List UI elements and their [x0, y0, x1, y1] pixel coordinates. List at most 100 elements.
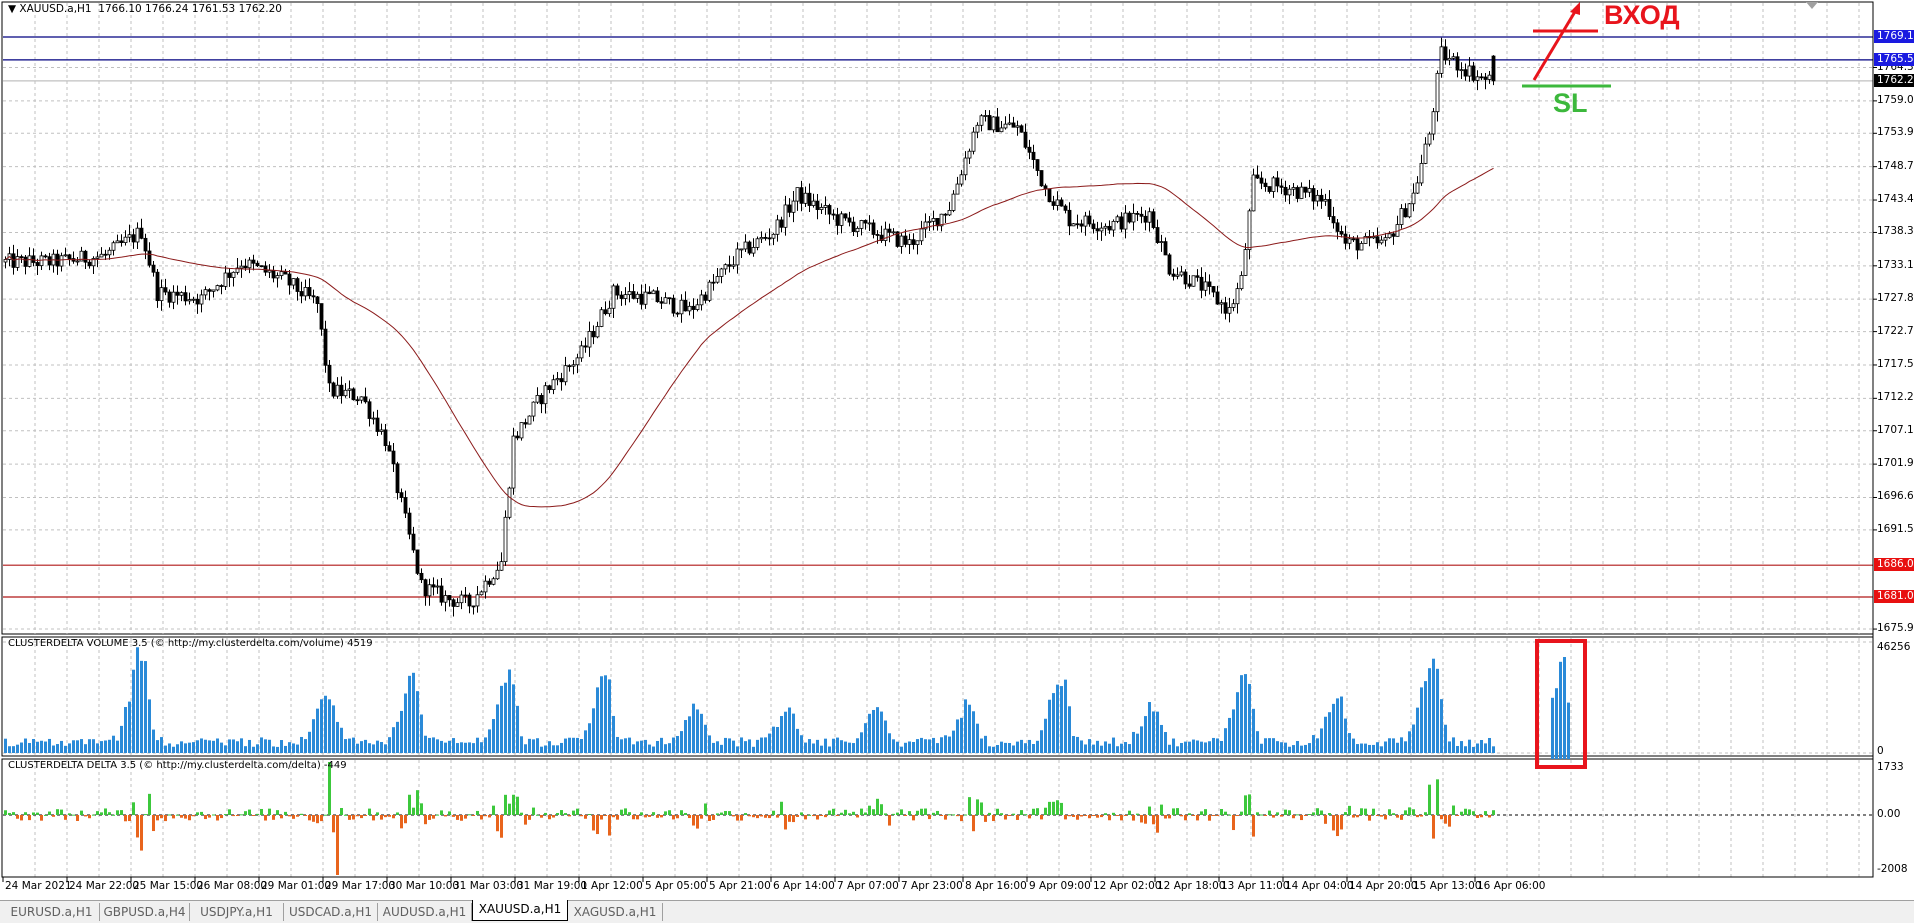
bear-candle [407, 512, 412, 535]
volume-bar [644, 739, 647, 753]
bear-candle [323, 328, 328, 366]
volume-bar [8, 746, 11, 753]
delta-bar-positive [1056, 800, 1059, 815]
bear-candle [1031, 151, 1036, 160]
dropdown-triangle-icon[interactable]: ▼ [8, 3, 16, 15]
volume-bar [1440, 699, 1443, 753]
bull-candle [1111, 220, 1116, 231]
volume-bar [960, 717, 963, 753]
bull-candle [223, 272, 228, 287]
delta-bar-positive [420, 803, 423, 815]
bull-candle [919, 228, 924, 242]
delta-bar-negative [220, 815, 223, 819]
bull-candle [1231, 303, 1236, 308]
volume-bar [336, 721, 339, 753]
tab-usdcad-a-h1[interactable]: USDCAD.a,H1 [284, 903, 378, 921]
delta-bar-negative [1144, 815, 1147, 824]
volume-bar [1428, 668, 1431, 753]
volume-bar [316, 708, 319, 753]
delta-bar-negative [672, 815, 675, 820]
volume-bar [404, 693, 407, 753]
bull-candle [1435, 72, 1440, 113]
bear-candle [1047, 188, 1052, 203]
volume-bar [700, 713, 703, 753]
volume-bar [844, 741, 847, 753]
price-axis-label: 1759.05 [1877, 93, 1914, 106]
bear-candle [1343, 233, 1348, 244]
delta-bar-positive [120, 810, 123, 815]
bull-candle [1227, 307, 1232, 314]
bull-candle [599, 309, 604, 327]
volume-bar [12, 746, 15, 753]
volume-bar [252, 746, 255, 753]
delta-bar-negative [608, 815, 611, 836]
volume-bar [152, 729, 155, 753]
delta-bar-positive [860, 808, 863, 815]
delta-bar-positive [72, 814, 75, 816]
delta-bar-positive [772, 810, 775, 815]
volume-bar [1356, 744, 1359, 753]
bear-candle [995, 116, 1000, 133]
tab-eurusd-a-h1[interactable]: EURUSD.a,H1 [4, 903, 100, 921]
bear-candle [1391, 233, 1396, 237]
delta-bar-positive [1048, 801, 1051, 815]
volume-bar [1088, 739, 1091, 753]
stop-loss-annotation[interactable]: SL [1553, 88, 1588, 119]
bear-candle [375, 417, 380, 432]
bear-candle [1311, 188, 1316, 202]
chart-shift-marker-icon[interactable] [1806, 2, 1818, 9]
delta-bar-positive [1052, 801, 1055, 815]
bull-candle [247, 259, 252, 269]
delta-bar-negative [972, 815, 975, 832]
volume-bar [244, 746, 247, 753]
bear-candle [559, 378, 564, 383]
volume-bar [176, 744, 179, 753]
bear-candle [1207, 281, 1212, 287]
tab-usdjpy-a-h1[interactable]: USDJPY.a,H1 [190, 903, 284, 921]
bull-candle [623, 294, 628, 299]
delta-bar-negative [488, 815, 491, 818]
volume-bar [16, 744, 19, 753]
delta-bar-negative [820, 815, 823, 816]
delta-bar-negative [1444, 815, 1447, 824]
volume-bar [56, 744, 59, 753]
bull-candle [475, 594, 480, 607]
bull-candle [839, 213, 844, 226]
time-axis-label: 14 Apr 04:00 [1285, 880, 1354, 892]
delta-bar-positive [968, 797, 971, 815]
volume-bar [344, 739, 347, 753]
bull-candle [1487, 74, 1492, 80]
volume-bar [1348, 733, 1351, 753]
entry-annotation[interactable]: ВХОД [1604, 0, 1680, 31]
bull-candle [519, 422, 524, 439]
bear-candle [843, 213, 848, 219]
volume-bar [1072, 736, 1075, 753]
tab-xagusd-a-h1[interactable]: XAGUSD.a,H1 [568, 903, 663, 921]
bull-candle [679, 299, 684, 315]
bear-candle [659, 301, 664, 304]
volume-bar [952, 730, 955, 753]
volume-bar [1380, 746, 1383, 753]
delta-bar-negative [636, 815, 639, 820]
bull-candle [1115, 216, 1120, 222]
bear-candle [83, 250, 88, 263]
bear-candle [383, 429, 388, 447]
bull-candle [171, 291, 176, 303]
delta-bar-negative [152, 815, 155, 832]
bear-candle [847, 217, 852, 223]
volume-bar [492, 719, 495, 753]
bull-candle [199, 294, 204, 305]
tab-gbpusd-a-h4[interactable]: GBPUSD.a,H4 [100, 903, 190, 921]
delta-bar-positive [680, 810, 683, 815]
delta-bar-negative [804, 815, 807, 820]
delta-bar-negative [1008, 815, 1011, 816]
bull-candle [855, 227, 860, 232]
delta-bar-negative [592, 815, 595, 831]
price-level-tag: 1686.00 [1874, 558, 1914, 572]
delta-bar-negative [1180, 815, 1183, 817]
delta-bar-negative [272, 815, 275, 820]
volume-bar [1152, 711, 1155, 753]
volume-bar [1368, 744, 1371, 753]
tab-xauusd-a-h1[interactable]: XAUUSD.a,H1 [472, 900, 568, 921]
tab-audusd-a-h1[interactable]: AUDUSD.a,H1 [378, 903, 472, 921]
